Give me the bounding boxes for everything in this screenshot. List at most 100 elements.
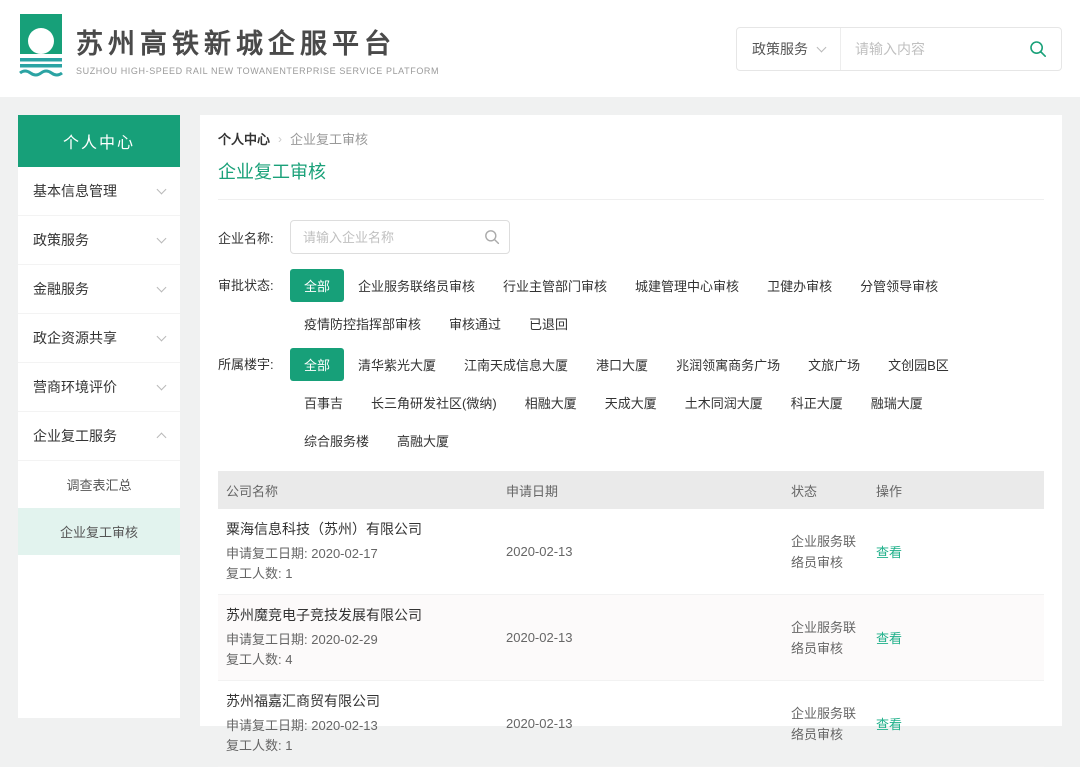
status-option[interactable]: 分管领导审核: [846, 269, 952, 302]
sidebar-item-gov-enterprise-resources[interactable]: 政企资源共享: [18, 314, 180, 363]
sidebar-item-label: 政策服务: [33, 230, 89, 250]
company-cell: 粟海信息科技（苏州）有限公司 申请复工日期: 2020-02-17 复工人数: …: [218, 519, 498, 584]
building-option[interactable]: 港口大厦: [582, 348, 662, 381]
chevron-down-icon: [157, 283, 167, 293]
column-header-apply-date: 申请日期: [498, 481, 783, 500]
company-name-filter-row: 企业名称:: [218, 220, 1044, 254]
view-link[interactable]: 查看: [876, 545, 902, 560]
company-cell: 苏州魔竞电子竞技发展有限公司 申请复工日期: 2020-02-29 复工人数: …: [218, 605, 498, 670]
sidebar-subitem-label: 调查表汇总: [66, 475, 131, 494]
breadcrumb-current: 企业复工审核: [290, 129, 368, 148]
breadcrumb-root[interactable]: 个人中心: [218, 129, 270, 148]
building-option[interactable]: 融瑞大厦: [857, 386, 937, 419]
main-panel: 个人中心 › 企业复工审核 企业复工审核 企业名称: 审批状态: 全部 企业服务…: [200, 115, 1062, 726]
apply-date: 2020-02-13: [498, 716, 783, 731]
chevron-down-icon: [157, 185, 167, 195]
sidebar-item-label: 金融服务: [33, 279, 89, 299]
column-header-action: 操作: [868, 481, 1044, 500]
people-count-label: 复工人数:: [226, 566, 282, 581]
chevron-down-icon: [157, 234, 167, 244]
sidebar: 个人中心 基本信息管理 政策服务 金融服务 政企资源共享 营商环境评价 企业复工…: [18, 115, 180, 718]
search-icon[interactable]: [1025, 40, 1061, 58]
sidebar-subitem-survey-summary[interactable]: 调查表汇总: [18, 461, 180, 508]
chevron-up-icon: [157, 433, 167, 443]
company-cell: 苏州福嘉汇商贸有限公司 申请复工日期: 2020-02-13 复工人数: 1: [218, 691, 498, 756]
building-option[interactable]: 兆润领寓商务广场: [662, 348, 794, 381]
column-header-company: 公司名称: [218, 481, 498, 500]
sidebar-item-basic-info-management[interactable]: 基本信息管理: [18, 167, 180, 216]
building-option[interactable]: 文旅广场: [794, 348, 874, 381]
building-option[interactable]: 高融大厦: [383, 424, 463, 457]
status-option[interactable]: 行业主管部门审核: [489, 269, 621, 302]
header-search-input[interactable]: [841, 41, 1025, 57]
status-option[interactable]: 企业服务联络员审核: [344, 269, 489, 302]
sidebar-item-enterprise-resumption-service[interactable]: 企业复工服务: [18, 412, 180, 461]
status-text: 企业服务联络员审核: [783, 703, 863, 745]
approval-status-options: 全部 企业服务联络员审核 行业主管部门审核 城建管理中心审核 卫健办审核 分管领…: [290, 269, 952, 340]
applications-table: 公司名称 申请日期 状态 操作 粟海信息科技（苏州）有限公司 申请复工日期: 2…: [218, 471, 1044, 767]
people-count: 4: [285, 652, 292, 667]
status-option[interactable]: 审核通过: [435, 307, 515, 340]
people-count-label: 复工人数:: [226, 652, 282, 667]
resume-date: 2020-02-17: [311, 546, 378, 561]
building-option-all[interactable]: 全部: [290, 348, 344, 381]
sidebar-item-label: 政企资源共享: [33, 328, 117, 348]
resume-date: 2020-02-29: [311, 632, 378, 647]
company-name: 苏州魔竞电子竞技发展有限公司: [226, 605, 498, 625]
people-count-label: 复工人数:: [226, 738, 282, 753]
building-label: 所属楼宇:: [218, 348, 290, 457]
status-option[interactable]: 已退回: [515, 307, 582, 340]
breadcrumb-separator-icon: ›: [278, 132, 282, 146]
status-text: 企业服务联络员审核: [783, 531, 863, 573]
chevron-down-icon: [157, 332, 167, 342]
chevron-down-icon: [157, 381, 167, 391]
sidebar-item-financial-services[interactable]: 金融服务: [18, 265, 180, 314]
logo-sun-wave-icon: [18, 14, 64, 83]
status-option-all[interactable]: 全部: [290, 269, 344, 302]
building-option[interactable]: 江南天成信息大厦: [450, 348, 582, 381]
brand: 苏州高铁新城企服平台 SUZHOU HIGH-SPEED RAIL NEW TO…: [18, 14, 439, 83]
building-option[interactable]: 百事吉: [290, 386, 357, 419]
table-header-row: 公司名称 申请日期 状态 操作: [218, 471, 1044, 509]
building-option[interactable]: 清华紫光大厦: [344, 348, 450, 381]
building-option[interactable]: 天成大厦: [591, 386, 671, 419]
building-option[interactable]: 土木同润大厦: [671, 386, 777, 419]
company-search-input[interactable]: [290, 220, 510, 254]
building-option[interactable]: 相融大厦: [511, 386, 591, 419]
sidebar-item-label: 企业复工服务: [33, 426, 117, 446]
view-link[interactable]: 查看: [876, 631, 902, 646]
brand-text: 苏州高铁新城企服平台 SUZHOU HIGH-SPEED RAIL NEW TO…: [76, 14, 439, 76]
company-name: 苏州福嘉汇商贸有限公司: [226, 691, 498, 711]
table-row: 苏州魔竞电子竞技发展有限公司 申请复工日期: 2020-02-29 复工人数: …: [218, 595, 1044, 681]
approval-status-label: 审批状态:: [218, 269, 290, 340]
sidebar-subitem-label: 企业复工审核: [60, 522, 138, 541]
search-icon[interactable]: [484, 229, 500, 248]
approval-status-filter-row: 审批状态: 全部 企业服务联络员审核 行业主管部门审核 城建管理中心审核 卫健办…: [218, 269, 1044, 340]
sidebar-item-label: 基本信息管理: [33, 181, 117, 201]
people-count: 1: [285, 738, 292, 753]
building-option[interactable]: 文创园B区: [874, 348, 963, 381]
search-category-select[interactable]: 政策服务: [737, 28, 841, 70]
building-option[interactable]: 科正大厦: [777, 386, 857, 419]
sidebar-item-policy-services[interactable]: 政策服务: [18, 216, 180, 265]
view-link[interactable]: 查看: [876, 717, 902, 732]
header-search-group: 政策服务: [736, 27, 1062, 71]
resume-date-label: 申请复工日期:: [226, 546, 308, 561]
status-option[interactable]: 卫健办审核: [753, 269, 846, 302]
building-option[interactable]: 长三角研发社区(微纳): [357, 386, 511, 419]
apply-date: 2020-02-13: [498, 630, 783, 645]
brand-title: 苏州高铁新城企服平台: [76, 22, 439, 61]
status-option[interactable]: 疫情防控指挥部审核: [290, 307, 435, 340]
chevron-down-icon: [817, 43, 827, 53]
breadcrumb: 个人中心 › 企业复工审核: [218, 129, 1044, 148]
sidebar-item-business-environment-evaluation[interactable]: 营商环境评价: [18, 363, 180, 412]
brand-subtitle: SUZHOU HIGH-SPEED RAIL NEW TOWANENTERPRI…: [76, 66, 439, 76]
building-options: 全部 清华紫光大厦 江南天成信息大厦 港口大厦 兆润领寓商务广场 文旅广场 文创…: [290, 348, 963, 457]
resume-date-label: 申请复工日期:: [226, 632, 308, 647]
apply-date: 2020-02-13: [498, 544, 783, 559]
company-name: 粟海信息科技（苏州）有限公司: [226, 519, 498, 539]
sidebar-subitem-resumption-review[interactable]: 企业复工审核: [18, 508, 180, 555]
company-name-label: 企业名称:: [218, 228, 290, 247]
building-option[interactable]: 综合服务楼: [290, 424, 383, 457]
status-option[interactable]: 城建管理中心审核: [621, 269, 753, 302]
